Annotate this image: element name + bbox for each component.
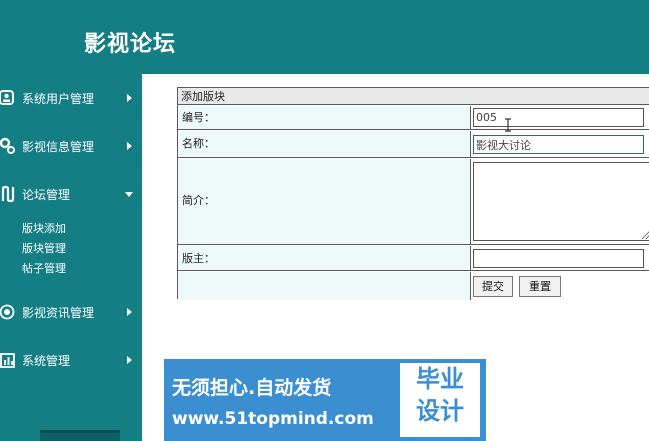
watermark-line1: 无须担心.自动发货 <box>172 377 332 399</box>
field-label-moderator: 版主： <box>182 252 215 265</box>
field-cell-code <box>471 106 649 129</box>
watermark-banner: 无须担心.自动发货 www.51topmind.com 毕业 设计 <box>164 359 486 441</box>
sidebar-item-movie-info[interactable]: 影视信息管理 <box>0 132 142 162</box>
form-row-moderator: 版主： <box>178 246 649 271</box>
add-board-form: 添加版块 编号： 名称： 简介： 版主： 提交 重置 <box>177 87 649 300</box>
sidebar-item-label: 论坛管理 <box>22 188 71 202</box>
field-cell-intro <box>471 159 649 244</box>
field-cell-moderator <box>471 246 649 270</box>
sidebar-footer-partial <box>40 430 120 441</box>
watermark-url: www.51topmind.com <box>172 409 374 429</box>
field-cell-name <box>471 131 649 157</box>
board-code-input[interactable] <box>473 108 644 127</box>
text-cursor-icon <box>505 118 511 132</box>
sidebar-subitem-add-board[interactable]: 版块添加 <box>22 222 66 236</box>
sidebar-item-movie-news[interactable]: 影视资讯管理 <box>0 298 142 328</box>
form-row-name: 名称： <box>178 131 649 158</box>
watermark-badge-line1: 毕业 <box>416 365 464 393</box>
sidebar-item-label: 影视资讯管理 <box>22 306 95 320</box>
sidebar-item-label: 影视信息管理 <box>22 140 95 154</box>
top-header: 影视论坛 <box>0 0 649 74</box>
gears-icon <box>0 137 15 154</box>
sidebar-item-system-management[interactable]: 系统管理 <box>0 346 142 376</box>
sidebar-item-label: 系统管理 <box>22 354 71 368</box>
form-row-intro: 简介： <box>178 159 649 245</box>
watermark-badge-line2: 设计 <box>416 397 464 425</box>
sidebar-subitem-post-management[interactable]: 帖子管理 <box>22 262 66 276</box>
submit-button[interactable]: 提交 <box>473 276 513 297</box>
app-title: 影视论坛 <box>84 32 177 57</box>
sidebar-item-user-management[interactable]: 系统用户管理 <box>0 84 142 114</box>
field-label-code: 编号： <box>182 111 215 124</box>
form-title-bar: 添加版块 <box>178 88 649 105</box>
board-name-input[interactable] <box>473 135 644 154</box>
form-title: 添加版块 <box>181 90 225 103</box>
form-row-actions: 提交 重置 <box>178 272 649 300</box>
sidebar-item-forum-management[interactable]: 论坛管理 <box>0 180 142 210</box>
sidebar-subitem-board-management[interactable]: 版块管理 <box>22 242 66 256</box>
watermark-badge: 毕业 设计 <box>400 363 480 437</box>
moderator-input[interactable] <box>473 249 644 268</box>
sidebar-item-label: 系统用户管理 <box>22 92 95 106</box>
sidebar: 系统用户管理 影视信息管理 论坛管理 版块添加 版块管理 帖子管理 影视资讯管理 <box>0 74 142 441</box>
chevron-right-icon <box>127 356 132 364</box>
user-icon <box>0 90 14 105</box>
chevron-right-icon <box>127 142 132 150</box>
forum-icon <box>1 185 15 203</box>
field-label-name: 名称： <box>182 137 215 150</box>
form-row-code: 编号： <box>178 106 649 130</box>
chart-icon <box>0 353 15 368</box>
field-label-intro: 简介： <box>182 194 215 207</box>
chevron-down-icon <box>125 192 133 197</box>
reset-button[interactable]: 重置 <box>519 276 561 297</box>
field-cell-actions: 提交 重置 <box>471 272 649 300</box>
chevron-right-icon <box>127 308 132 316</box>
news-icon <box>0 304 15 320</box>
chevron-right-icon <box>127 94 132 102</box>
board-intro-textarea[interactable] <box>473 162 649 241</box>
